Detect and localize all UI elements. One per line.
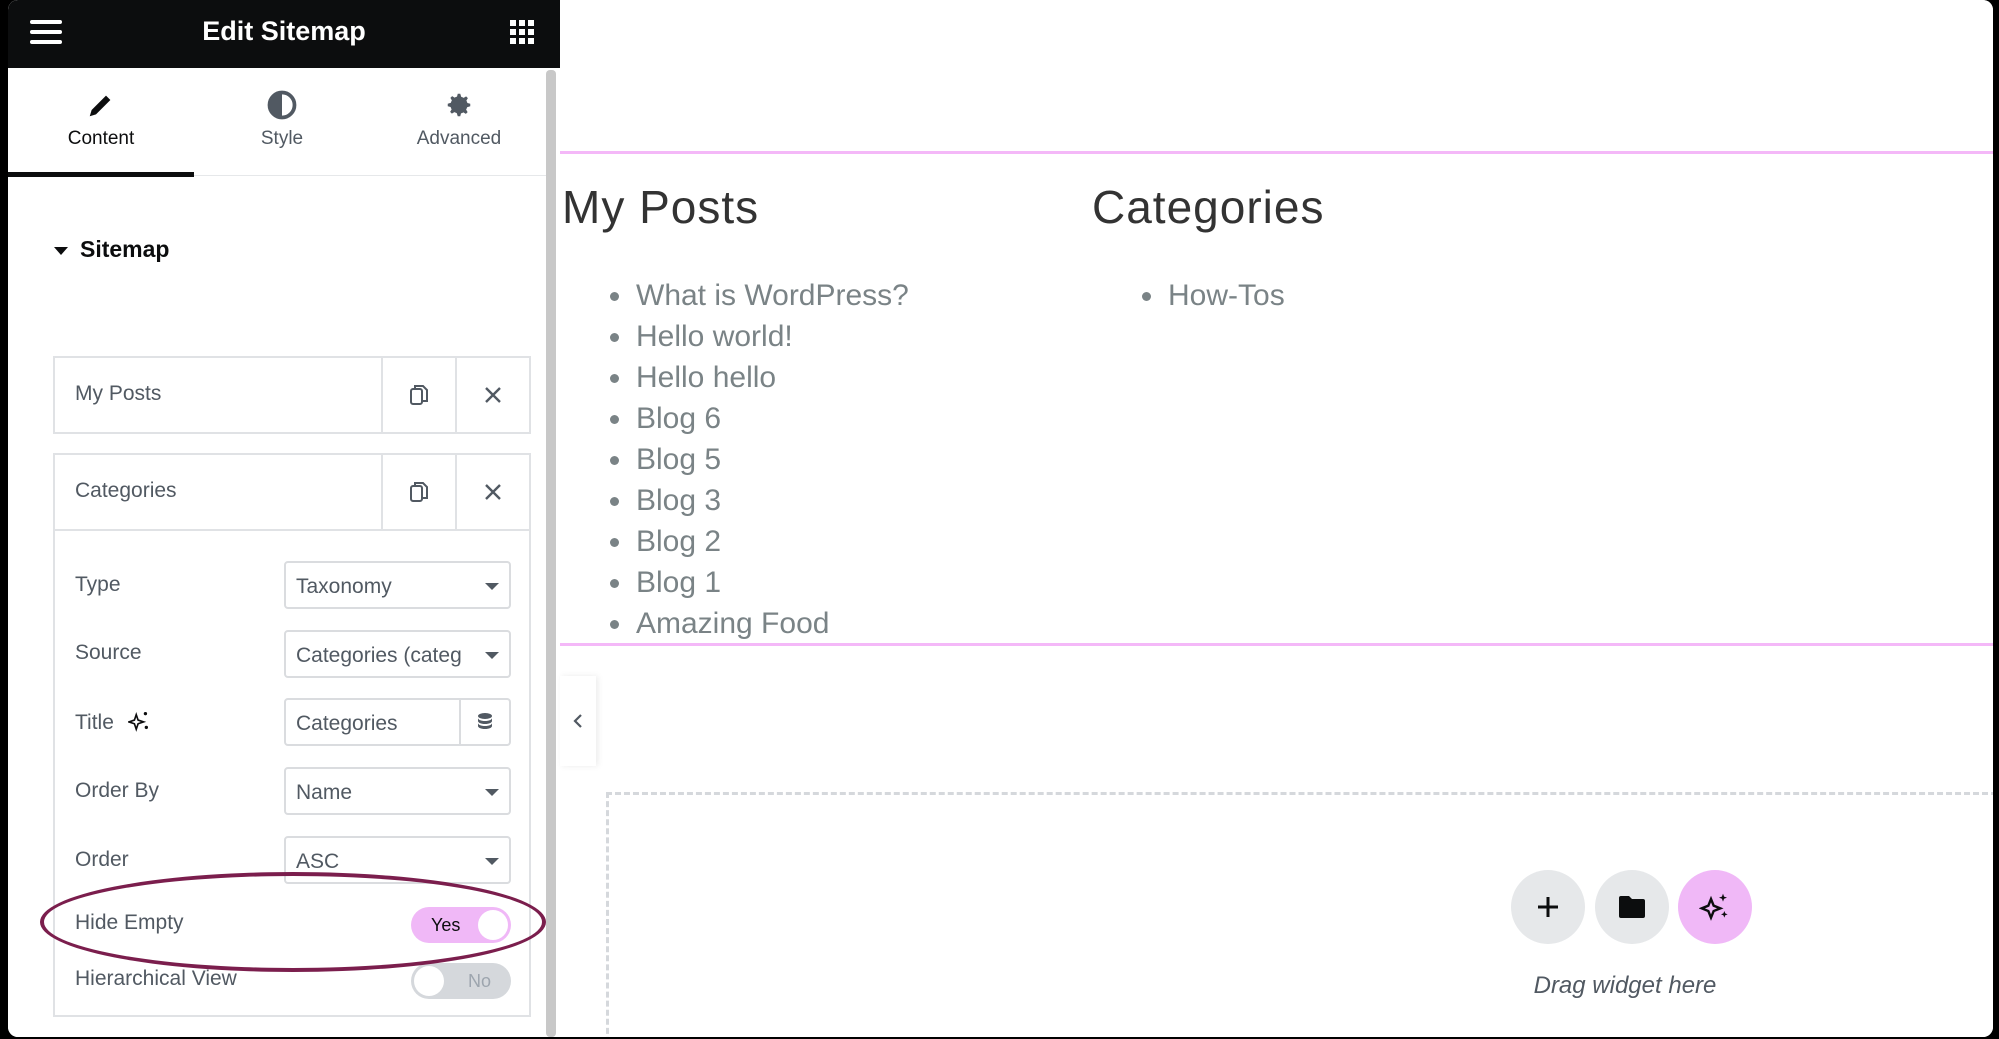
duplicate-button[interactable] [381,455,455,529]
title-label: Title [75,710,150,735]
duplicate-button[interactable] [381,358,455,432]
toggle-knob [478,910,508,940]
caret-down-icon [485,652,499,659]
ai-sparkle-icon[interactable] [126,710,150,732]
list-item[interactable]: Blog 1 [610,562,909,603]
drag-widget-hint: Drag widget here [1533,972,1717,999]
section-title: Sitemap [80,236,170,262]
editor-window: Edit Sitemap Content Style Advanced Site… [8,0,1993,1037]
hide-empty-toggle[interactable]: Yes [411,907,511,943]
copy-icon [410,482,428,502]
hierarchical-view-toggle[interactable]: No [411,963,511,999]
list-item[interactable]: Hello hello [610,357,909,398]
tab-content[interactable]: Content [8,68,194,177]
section-toggle-sitemap[interactable]: Sitemap [54,236,169,263]
collapse-panel-button[interactable] [560,676,596,766]
list-item[interactable]: What is WordPress? [610,275,909,316]
categories-list: How-Tos [1142,275,1285,316]
title-value: Categories [296,712,398,735]
dynamic-tags-button[interactable] [459,700,509,744]
section-border-bottom [560,643,1993,646]
hierarchical-view-label: Hierarchical View [75,967,237,990]
order-by-value: Name [296,781,353,804]
ai-generate-button[interactable] [1678,870,1752,944]
tab-advanced[interactable]: Advanced [370,68,548,176]
editor-panel: Edit Sitemap Content Style Advanced Site… [8,0,560,1037]
list-item[interactable]: How-Tos [1142,275,1285,316]
type-value: Taxonomy [296,575,392,598]
tab-label: Content [67,128,135,149]
column-title-categories: Categories [1092,181,1325,233]
list-item[interactable]: Blog 5 [610,439,909,480]
order-by-label: Order By [75,779,160,802]
empty-section-dropzone[interactable] [606,792,1993,1037]
repeater-item-my-posts: My Posts [53,356,531,434]
source-select[interactable]: Categories (categ [284,630,511,678]
tab-label: Advanced [416,128,502,149]
list-item[interactable]: Blog 3 [610,480,909,521]
list-item[interactable]: Blog 6 [610,398,909,439]
add-section-button[interactable] [1511,870,1585,944]
title-input[interactable]: Categories [284,698,511,746]
widgets-grid-icon[interactable] [510,20,534,44]
plus-icon [1538,897,1558,917]
ai-sparkle-icon [1699,893,1728,921]
add-template-button[interactable] [1595,870,1669,944]
database-icon [478,713,492,729]
column-title-my-posts: My Posts [562,181,760,233]
list-item[interactable]: Amazing Food [610,603,909,644]
type-label: Type [75,573,121,596]
list-item[interactable]: Blog 2 [610,521,909,562]
hide-empty-label: Hide Empty [75,911,184,934]
repeater-item-title[interactable]: Categories [75,479,177,503]
section-border-top [560,151,1993,154]
gear-icon [447,93,471,117]
preview-canvas: My Posts Categories What is WordPress? H… [560,0,1993,1037]
half-circle-icon [267,90,297,120]
title-label-text: Title [75,711,114,734]
panel-scrollbar[interactable] [546,70,556,1037]
pencil-icon [89,95,111,117]
toggle-state: Yes [431,915,461,935]
caret-down-icon [485,789,499,796]
repeater-item-title[interactable]: My Posts [75,382,161,406]
type-select[interactable]: Taxonomy [284,561,511,609]
tab-label: Style [260,128,304,149]
folder-icon [1619,896,1645,918]
panel-tabs: Content Style Advanced [8,68,548,177]
posts-list: What is WordPress? Hello world! Hello he… [610,275,909,644]
toggle-knob [414,966,444,996]
close-icon [485,484,501,500]
caret-down-icon [485,858,499,865]
panel-header: Edit Sitemap [8,0,560,68]
repeater-item-controls: Type Taxonomy Source Categories (categ T… [55,529,529,1015]
caret-down-icon [54,246,68,255]
order-label: Order [75,848,129,871]
copy-icon [410,385,428,405]
order-by-select[interactable]: Name [284,767,511,815]
remove-button[interactable] [455,455,529,529]
order-select[interactable]: ASC [284,836,511,884]
panel-title: Edit Sitemap [202,16,366,46]
list-item[interactable]: Hello world! [610,316,909,357]
repeater-item-categories: Categories Type Taxonomy Source Categori… [53,453,531,1017]
source-value: Categories (categ [296,644,462,667]
tab-style[interactable]: Style [194,68,370,176]
toggle-state: No [467,971,491,991]
remove-button[interactable] [455,358,529,432]
order-value: ASC [296,850,340,873]
chevron-left-icon [573,714,582,728]
caret-down-icon [485,583,499,590]
close-icon [485,387,501,403]
source-label: Source [75,641,142,664]
